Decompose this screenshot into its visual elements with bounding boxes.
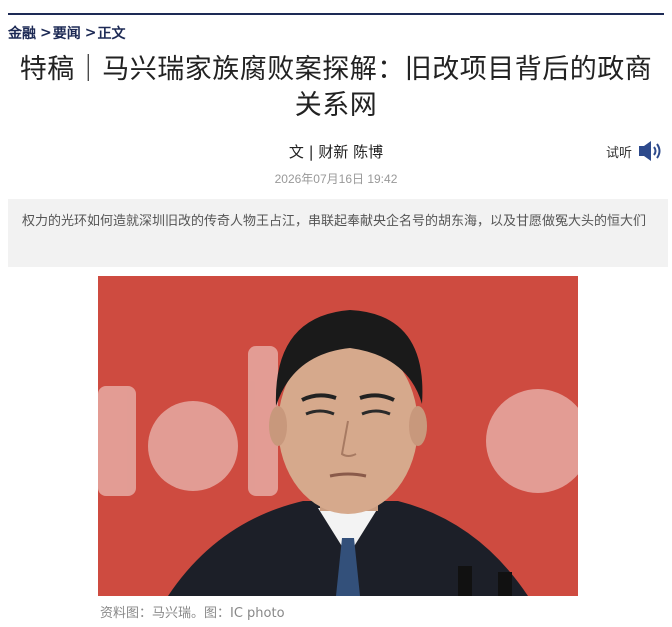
breadcrumb-separator: > (84, 25, 97, 41)
publish-date: 2026年07月16日 19:42 (274, 172, 398, 186)
header-rule (8, 13, 664, 15)
breadcrumb: 金融 > 要闻 > 正文 (8, 24, 125, 42)
listen-label: 试听 (605, 145, 632, 161)
breadcrumb-item-news[interactable]: 要闻 (53, 23, 81, 43)
breadcrumb-item-finance[interactable]: 金融 (8, 23, 36, 43)
article-title-line2: 关系网 (294, 90, 378, 121)
breadcrumb-item-article[interactable]: 正文 (97, 23, 125, 43)
breadcrumb-separator: > (40, 25, 52, 41)
article-byline: 文 | 财新 陈博 (288, 143, 384, 161)
listen-button[interactable]: 试听 (606, 140, 664, 162)
article-summary: 权力的光环如何造就深圳旧改的传奇人物王占江，串联起奉献央企名号的胡东海，以及甘愿… (8, 199, 668, 267)
article-title: 特稿｜马兴瑞家族腐败案探解：旧改项目背后的政商 关系网 (0, 52, 672, 124)
article-photo (98, 276, 578, 596)
speaker-icon (638, 140, 664, 162)
article-title-line1: 特稿｜马兴瑞家族腐败案探解：旧改项目背后的政商 (19, 54, 653, 85)
photo-caption: 资料图：马兴瑞。图：IC photo (100, 606, 285, 621)
